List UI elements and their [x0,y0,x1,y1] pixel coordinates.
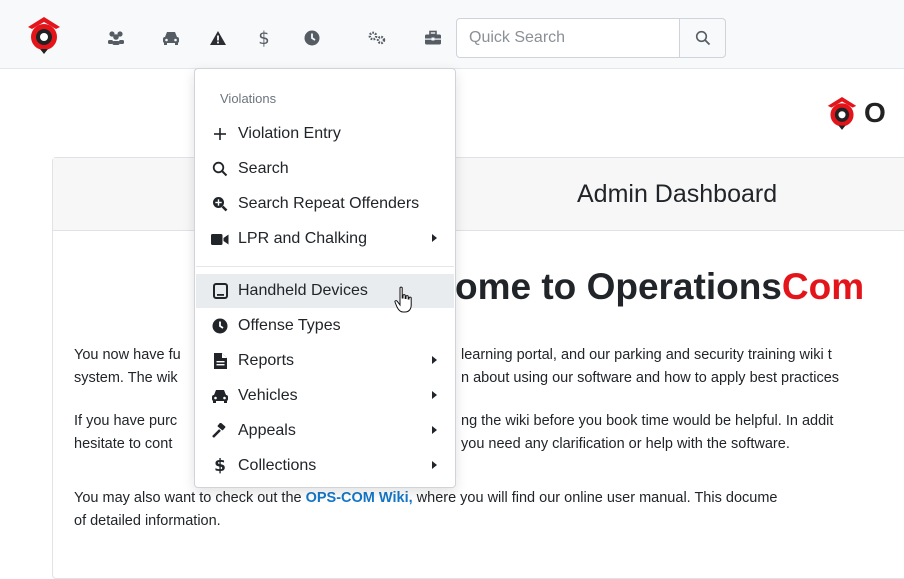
paragraph-line: n about using our software and how to ap… [461,370,840,386]
chevron-right-icon [432,426,437,434]
paragraph-line: You may also want to check out the OPS-C… [74,490,778,506]
chevron-right-icon [432,356,437,364]
gavel-icon [209,421,231,441]
hand-cursor-icon [394,286,414,314]
menu-item-violation-entry[interactable]: Violation Entry [196,117,454,151]
welcome-heading: ome to OperationsCom [455,266,865,307]
chevron-right-icon [432,234,437,242]
gears-icon[interactable] [367,28,387,48]
ops-com-wiki-link[interactable]: OPS-COM Wiki, [306,490,413,506]
chevron-right-icon [432,461,437,469]
search-icon [695,30,710,46]
tablet-icon [209,281,231,301]
menu-item-reports[interactable]: Reports [196,344,454,378]
clock-icon[interactable] [302,28,322,48]
clock-icon [209,316,231,336]
paragraph-line: system. The wik [74,370,178,386]
search-plus-icon [209,194,231,214]
menu-item-vehicles[interactable]: Vehicles [196,379,454,413]
users-icon[interactable] [106,28,126,48]
violations-dropdown-menu: Violations Violation Entry Search Search… [194,68,456,488]
card-header: Admin Dashboard [53,158,904,231]
menu-item-handheld-devices[interactable]: Handheld Devices [196,274,454,308]
menu-item-appeals[interactable]: Appeals [196,414,454,448]
paragraph-line: You now have fu [74,347,181,363]
menu-item-search-repeat-offenders[interactable]: Search Repeat Offenders [196,187,454,221]
quick-search [456,18,726,60]
paragraph-line: learning portal, and our parking and sec… [461,347,832,363]
chevron-right-icon [432,391,437,399]
dropdown-header: Violations [220,91,277,106]
toolbox-icon[interactable] [423,28,443,48]
file-icon [209,351,231,371]
menu-item-collections[interactable]: $ Collections [196,449,454,483]
menu-item-offense-types[interactable]: Offense Types [196,309,454,343]
dollar-icon[interactable]: $ [254,28,274,49]
brand-text: O [864,97,886,128]
search-icon [209,159,231,179]
menu-item-search[interactable]: Search [196,152,454,186]
logo-icon [827,97,857,130]
search-input[interactable] [456,18,680,58]
car-icon [209,386,231,406]
menu-divider [196,266,454,267]
search-button[interactable] [680,18,726,58]
car-icon[interactable] [161,28,181,48]
plus-icon [209,124,231,144]
video-icon [209,229,231,249]
brand-logo: O [826,93,886,133]
top-navbar: $ [0,0,904,69]
paragraph-line: If you have purc [74,413,178,429]
paragraph-line: of detailed information. [74,513,221,529]
paragraph-line: you need any clarification or help with … [461,436,790,452]
menu-item-lpr-and-chalking[interactable]: LPR and Chalking [196,222,454,256]
warning-icon[interactable] [208,28,228,48]
dollar-icon: $ [214,456,226,476]
paragraph-line: ng the wiki before you book time would b… [461,413,834,429]
paragraph-line: hesitate to cont [74,436,173,452]
logo-icon[interactable] [26,15,62,55]
card-title: Admin Dashboard [577,180,778,208]
